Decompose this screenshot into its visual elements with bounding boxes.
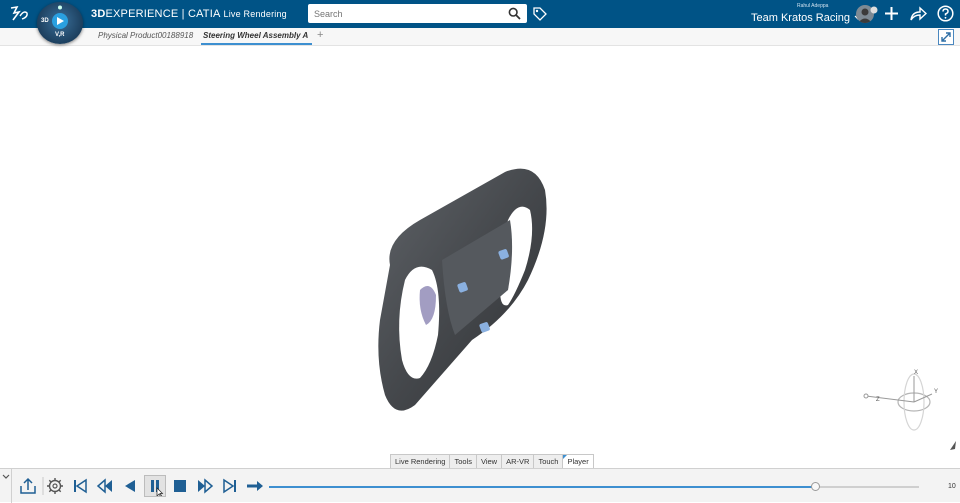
orientation-compass[interactable]: X Y Z bbox=[862, 368, 942, 442]
go-to-start-button[interactable] bbox=[69, 475, 91, 497]
section-tab-touch[interactable]: Touch bbox=[533, 454, 564, 468]
brand-main: EXPERIENCE | CATIA bbox=[105, 8, 221, 20]
app-brand: 3DEXPERIENCE | CATIA Live Rendering bbox=[91, 8, 287, 20]
pause-icon bbox=[151, 480, 164, 498]
compass-v-label: V,R bbox=[55, 32, 65, 38]
step-forward-icon bbox=[198, 478, 214, 494]
timeline-progress bbox=[269, 486, 815, 488]
axis-x-label: X bbox=[914, 370, 918, 376]
team-name: Team Kratos Racing bbox=[751, 12, 851, 24]
search-icon[interactable] bbox=[508, 7, 521, 20]
steering-wheel-model[interactable] bbox=[360, 160, 560, 420]
play-backward-button[interactable] bbox=[119, 475, 141, 497]
compass-widget[interactable]: 3D V,R bbox=[37, 2, 83, 44]
tab-physical-product[interactable]: Physical Product00188918 bbox=[98, 31, 193, 40]
help-icon[interactable] bbox=[937, 5, 954, 22]
brand-app: Live Rendering bbox=[223, 9, 287, 19]
compass-3d-label: 3D bbox=[41, 18, 49, 24]
resize-handle-icon[interactable] bbox=[948, 440, 958, 452]
3ds-logo-icon[interactable] bbox=[8, 4, 30, 24]
top-bar: 3DEXPERIENCE | CATIALive Rendering Rahul… bbox=[0, 0, 960, 28]
pause-button[interactable] bbox=[144, 475, 166, 498]
search-input[interactable] bbox=[308, 4, 506, 23]
loop-mode-button[interactable] bbox=[244, 475, 266, 497]
gear-icon bbox=[47, 478, 63, 494]
play-icon[interactable] bbox=[52, 13, 68, 29]
timeline-max-value: 10 bbox=[948, 483, 956, 490]
stop-icon bbox=[174, 480, 186, 492]
section-tab-ar-vr[interactable]: AR-VR bbox=[501, 454, 535, 468]
settings-button[interactable] bbox=[44, 475, 66, 497]
step-back-icon bbox=[96, 478, 112, 494]
timeline-thumb[interactable] bbox=[810, 482, 820, 491]
plus-icon[interactable] bbox=[883, 5, 900, 22]
action-bar-sections: Live Rendering Tools View AR-VR Touch Pl… bbox=[390, 454, 594, 468]
section-tab-tools[interactable]: Tools bbox=[449, 454, 477, 468]
previous-step-button[interactable] bbox=[94, 475, 116, 497]
tag-icon[interactable] bbox=[532, 6, 548, 22]
timeline-slider[interactable] bbox=[269, 482, 919, 491]
chevron-down-icon bbox=[2, 474, 10, 479]
brand-3d: 3D bbox=[91, 8, 106, 20]
section-tab-live-rendering[interactable]: Live Rendering bbox=[390, 454, 451, 468]
skip-to-end-icon bbox=[223, 478, 236, 494]
add-tab-button[interactable]: + bbox=[317, 29, 323, 41]
active-tab-indicator bbox=[201, 43, 312, 45]
next-step-button[interactable] bbox=[194, 475, 216, 497]
section-tab-view[interactable]: View bbox=[475, 454, 503, 468]
section-tab-player[interactable]: Player bbox=[562, 454, 594, 468]
axis-y-label: Y bbox=[934, 389, 938, 395]
compass-top-marker bbox=[57, 5, 63, 12]
export-button[interactable] bbox=[17, 475, 39, 497]
tab-steering-wheel-assembly[interactable]: Steering Wheel Assembly A bbox=[203, 31, 308, 40]
user-name: Rahul Adeppa bbox=[797, 3, 829, 9]
arrow-right-icon bbox=[247, 481, 263, 491]
play-reverse-icon bbox=[125, 480, 135, 492]
collapse-action-bar-button[interactable] bbox=[0, 469, 12, 503]
action-bar: 10 bbox=[0, 468, 960, 503]
stop-button[interactable] bbox=[169, 475, 191, 497]
export-icon bbox=[20, 477, 36, 494]
document-tabs: Physical Product00188918 Steering Wheel … bbox=[0, 28, 960, 46]
expand-icon[interactable] bbox=[938, 29, 954, 45]
skip-to-start-icon bbox=[74, 478, 87, 494]
axis-z-label: Z bbox=[876, 397, 880, 403]
share-icon[interactable] bbox=[909, 5, 927, 22]
notification-badge-icon bbox=[870, 6, 878, 14]
go-to-end-button[interactable] bbox=[219, 475, 241, 497]
search-box bbox=[308, 4, 527, 23]
team-selector[interactable]: Team Kratos Racing bbox=[751, 12, 862, 24]
